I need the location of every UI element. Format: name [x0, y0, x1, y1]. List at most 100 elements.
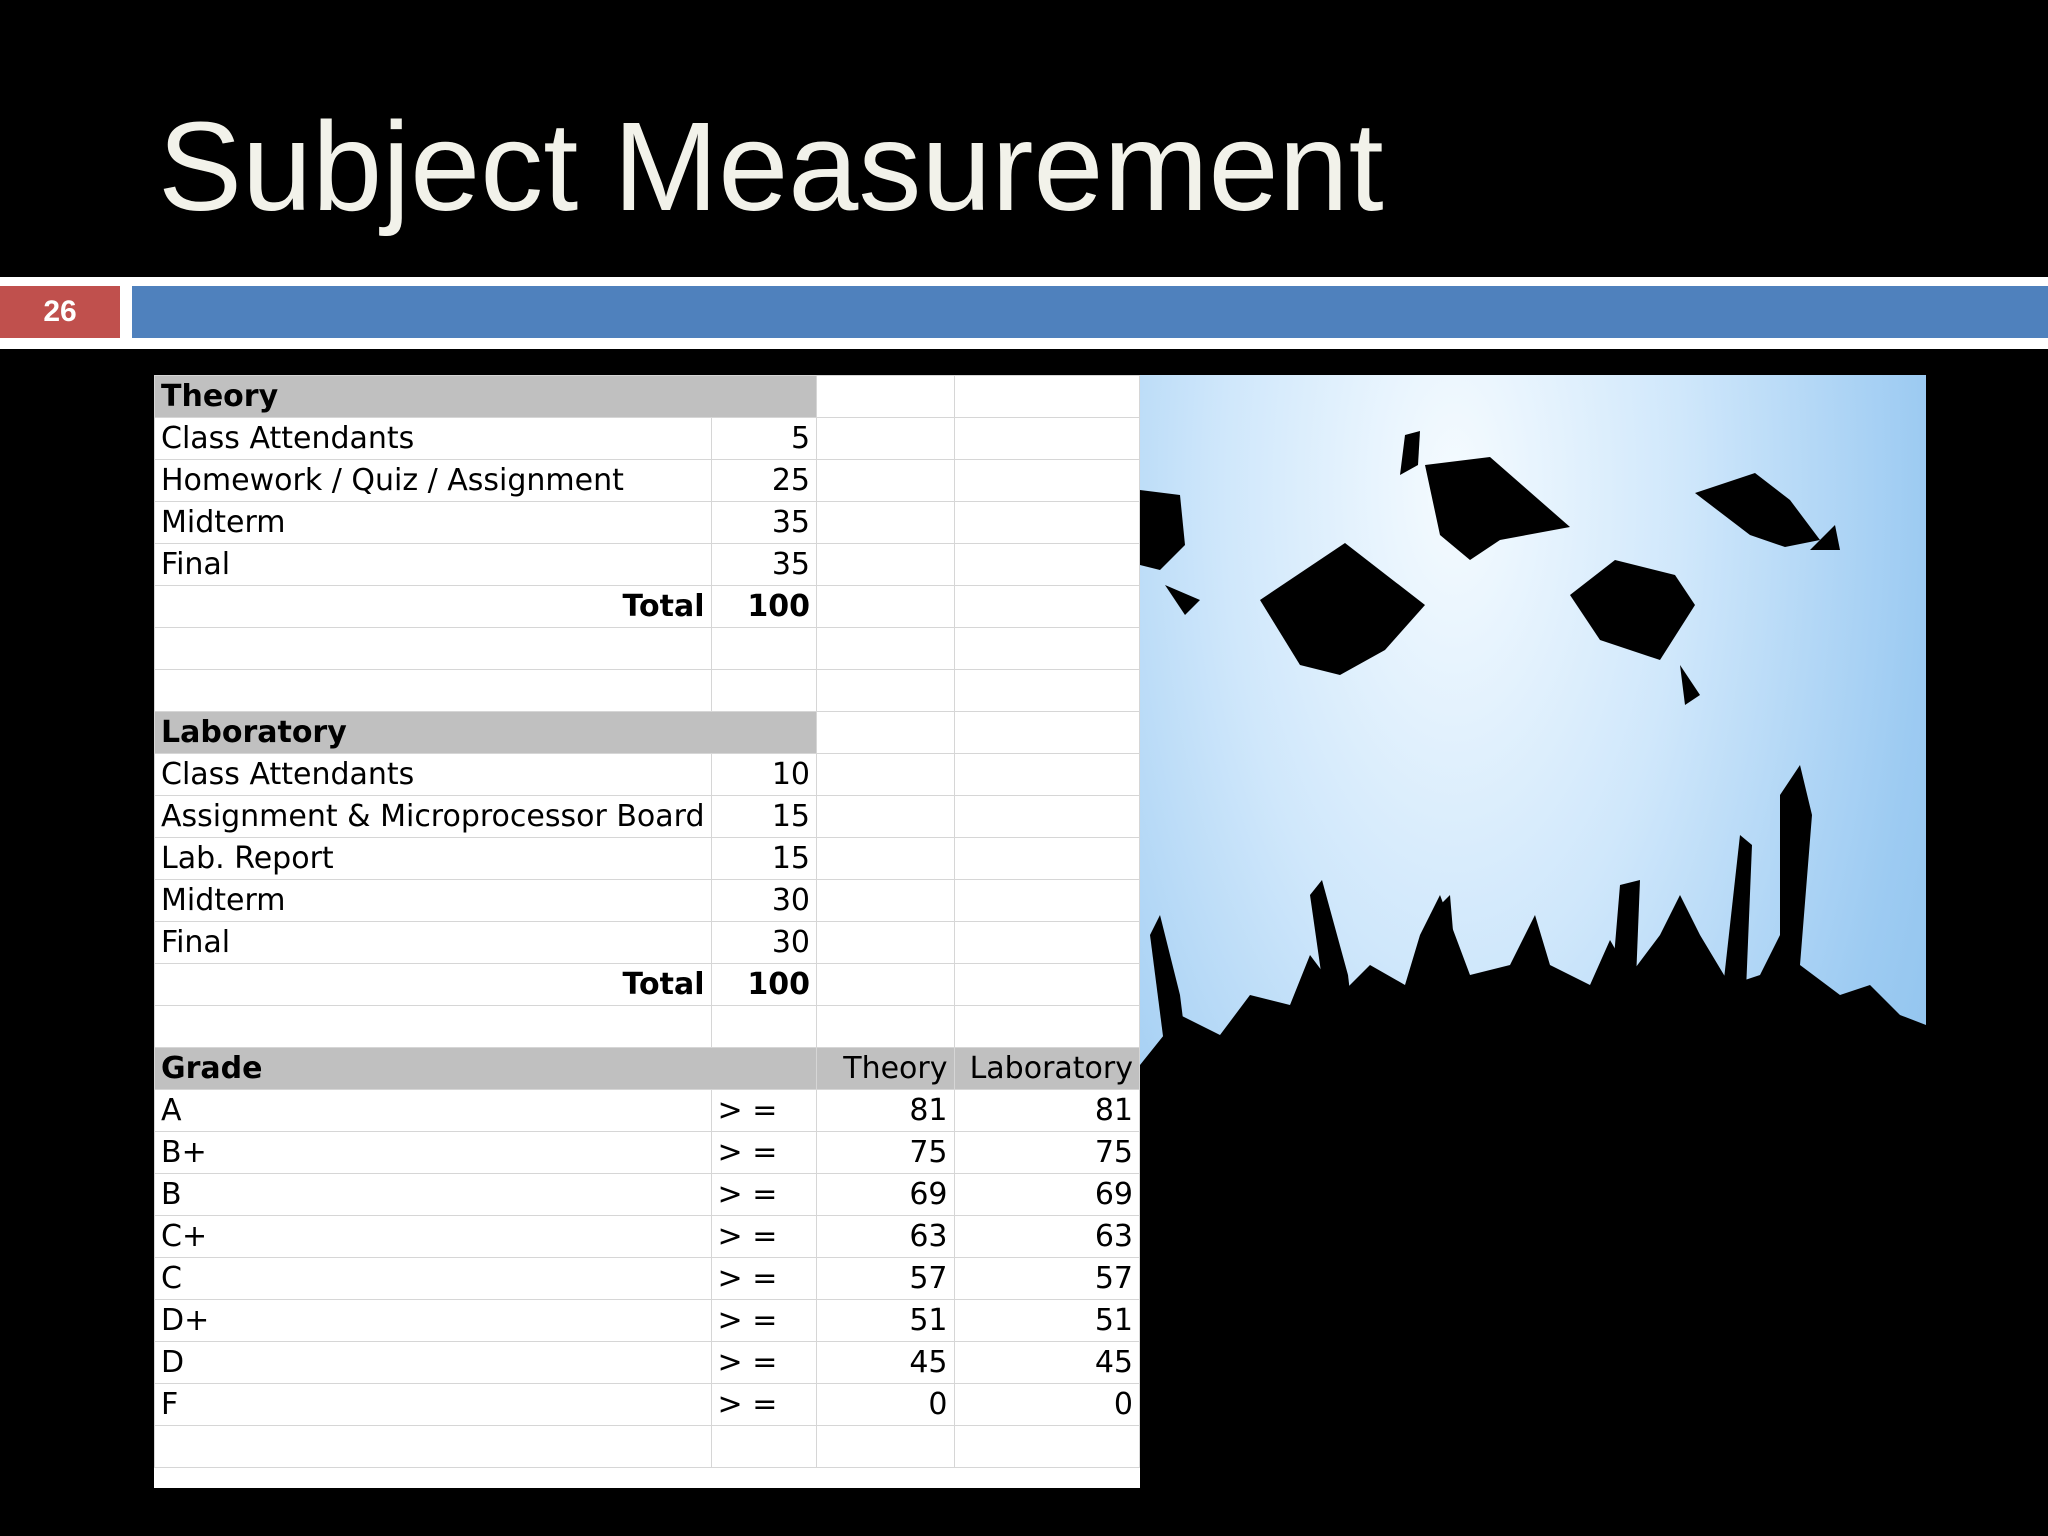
theory-item-value: 35: [710, 543, 818, 586]
tassel-shape: [1165, 585, 1200, 615]
lab-item-value: 10: [710, 753, 818, 796]
grade-theory-min: 45: [816, 1341, 955, 1384]
grade-header: Grade: [154, 1047, 818, 1090]
table-row: Laboratory: [154, 711, 1140, 754]
table-row: Class Attendants 10: [154, 753, 1140, 796]
lab-item-label: Class Attendants: [154, 753, 712, 796]
table-row: [154, 1425, 1140, 1468]
grade-lab-min: 57: [953, 1257, 1140, 1300]
lab-item-label: Lab. Report: [154, 837, 712, 880]
lab-total-value: 100: [710, 963, 818, 1006]
arm-shape: [1610, 880, 1640, 1005]
table-row: [154, 627, 1140, 670]
lab-item-label: Final: [154, 921, 712, 964]
theory-item-value: 5: [710, 417, 818, 460]
table-row: B > = 69 69: [154, 1173, 1140, 1216]
table-row: Total 100: [154, 585, 1140, 628]
cap-shape: [1425, 457, 1570, 560]
theory-item-label: Class Attendants: [154, 417, 712, 460]
table-row: C > = 57 57: [154, 1257, 1140, 1300]
tassel-shape: [1400, 431, 1420, 475]
cap-shape: [1260, 543, 1425, 675]
grade-operator: > =: [710, 1089, 818, 1132]
laboratory-header: Laboratory: [154, 711, 818, 754]
grade-letter: F: [154, 1383, 712, 1426]
graduation-caps-silhouette: [1140, 431, 1926, 1488]
grade-operator: > =: [710, 1299, 818, 1342]
grade-letter: A: [154, 1089, 712, 1132]
table-row: Assignment & Microprocessor Board 15: [154, 795, 1140, 838]
theory-item-label: Midterm: [154, 501, 712, 544]
lab-item-value: 30: [710, 879, 818, 922]
table-row: D+ > = 51 51: [154, 1299, 1140, 1342]
spreadsheet: Theory Class Attendants 5 Homework / Qui…: [154, 375, 1140, 1488]
table-row: C+ > = 63 63: [154, 1215, 1140, 1258]
grade-operator: > =: [710, 1215, 818, 1258]
grade-letter: B: [154, 1173, 712, 1216]
table-row: Midterm 35: [154, 501, 1140, 544]
grade-theory-min: 0: [816, 1383, 955, 1426]
table-row: Lab. Report 15: [154, 837, 1140, 880]
lab-item-label: Midterm: [154, 879, 712, 922]
cap-shape: [1140, 490, 1185, 570]
theory-item-value: 35: [710, 501, 818, 544]
table-row: Total 100: [154, 963, 1140, 1006]
table-row: Theory: [154, 375, 1140, 418]
graduation-photo: [1140, 375, 1926, 1488]
grade-operator: > =: [710, 1257, 818, 1300]
grade-theory-min: 51: [816, 1299, 955, 1342]
grade-letter: D+: [154, 1299, 712, 1342]
theory-item-label: Final: [154, 543, 712, 586]
grade-lab-min: 45: [953, 1341, 1140, 1384]
grade-operator: > =: [710, 1383, 818, 1426]
grade-lab-min: 69: [953, 1173, 1140, 1216]
grade-theory-min: 75: [816, 1131, 955, 1174]
lab-item-label: Assignment & Microprocessor Board: [154, 795, 712, 838]
slide-number: 26: [0, 286, 120, 338]
grade-lab-min: 0: [953, 1383, 1140, 1426]
lab-item-value: 30: [710, 921, 818, 964]
table-row: F > = 0 0: [154, 1383, 1140, 1426]
grade-lab-min: 63: [953, 1215, 1140, 1258]
grade-theory-min: 81: [816, 1089, 955, 1132]
cap-shape: [1695, 473, 1820, 547]
table-row: Final 30: [154, 921, 1140, 964]
crowd-shape: [1140, 765, 1926, 1488]
theory-total-value: 100: [710, 585, 818, 628]
table-row: Class Attendants 5: [154, 417, 1140, 460]
lab-item-value: 15: [710, 837, 818, 880]
grade-theory-min: 57: [816, 1257, 955, 1300]
accent-bar: [132, 286, 2048, 338]
grade-letter: D: [154, 1341, 712, 1384]
table-row: A > = 81 81: [154, 1089, 1140, 1132]
grade-theory-min: 63: [816, 1215, 955, 1258]
grade-letter: C+: [154, 1215, 712, 1258]
grade-lab-min: 81: [953, 1089, 1140, 1132]
lab-total-label: Total: [154, 963, 712, 1006]
grade-letter: C: [154, 1257, 712, 1300]
theory-item-value: 25: [710, 459, 818, 502]
table-row: [154, 669, 1140, 712]
table-row: [154, 1005, 1140, 1048]
tassel-shape: [1680, 665, 1700, 705]
table-row: Homework / Quiz / Assignment 25: [154, 459, 1140, 502]
table-row: Grade Theory Laboratory: [154, 1047, 1140, 1090]
grade-operator: > =: [710, 1173, 818, 1216]
lab-item-value: 15: [710, 795, 818, 838]
grade-lab-min: 51: [953, 1299, 1140, 1342]
grade-lab-header: Laboratory: [953, 1047, 1140, 1090]
grade-theory-min: 69: [816, 1173, 955, 1216]
theory-item-label: Homework / Quiz / Assignment: [154, 459, 712, 502]
grade-theory-header: Theory: [816, 1047, 955, 1090]
table-row: D > = 45 45: [154, 1341, 1140, 1384]
grade-operator: > =: [710, 1131, 818, 1174]
grade-lab-min: 75: [953, 1131, 1140, 1174]
table-row: B+ > = 75 75: [154, 1131, 1140, 1174]
table-row: Final 35: [154, 543, 1140, 586]
cap-shape: [1570, 560, 1695, 660]
theory-header: Theory: [154, 375, 818, 418]
table-row: Midterm 30: [154, 879, 1140, 922]
theory-total-label: Total: [154, 585, 712, 628]
measurement-table: Theory Class Attendants 5 Homework / Qui…: [154, 375, 1140, 1468]
grade-operator: > =: [710, 1341, 818, 1384]
